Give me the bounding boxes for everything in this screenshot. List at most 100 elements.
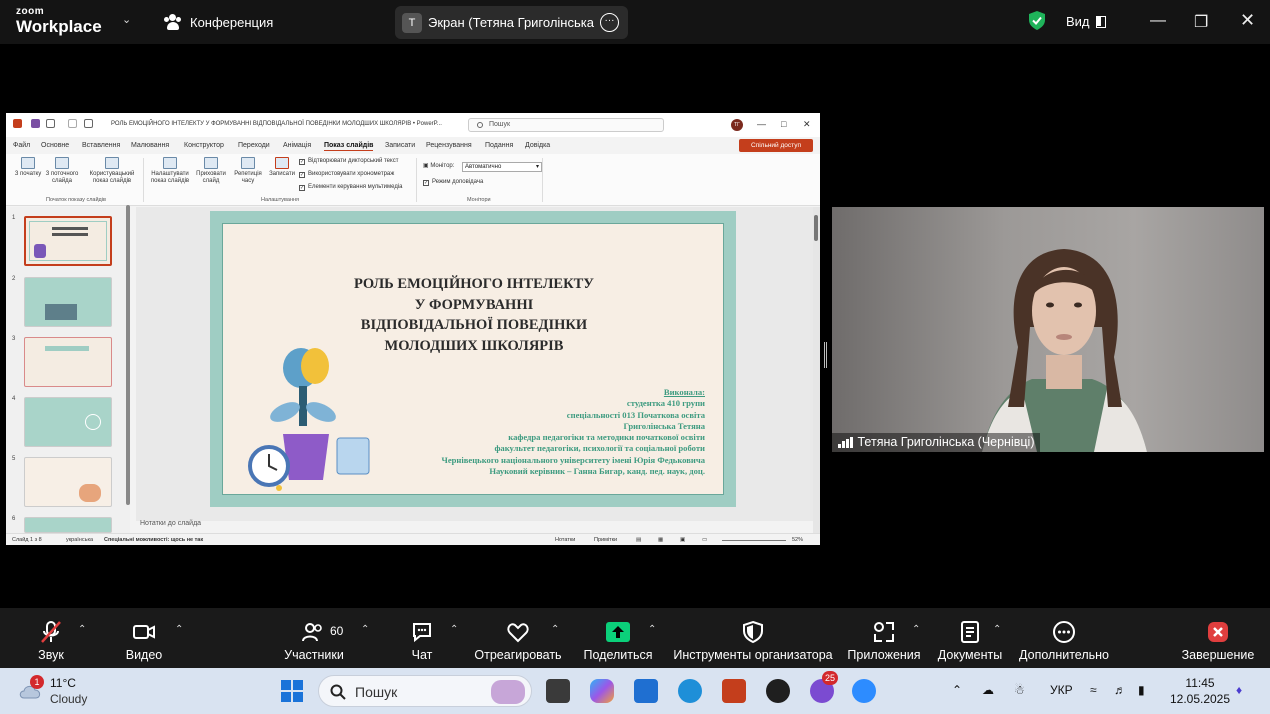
tab-transitions[interactable]: Переходи [238, 142, 270, 149]
slide-thumbnail-5[interactable] [24, 457, 112, 507]
edge-icon[interactable] [678, 679, 702, 703]
normal-view-icon[interactable]: ▤ [636, 537, 641, 543]
tab-draw[interactable]: Малювання [131, 142, 169, 149]
wifi-icon[interactable]: ≈ [1090, 683, 1097, 697]
close-icon[interactable]: ✕ [1240, 10, 1255, 31]
participants-options-caret[interactable]: ⌃ [361, 624, 369, 635]
notes-toggle[interactable]: Нотатки [555, 537, 575, 543]
audio-button[interactable]: Звук [20, 608, 82, 668]
present-icon[interactable] [84, 119, 93, 128]
docs-options-caret[interactable]: ⌃ [993, 624, 1001, 635]
custom-show-button[interactable]: Користувацький показ слайдів [86, 157, 138, 185]
share-options-caret[interactable]: ⌃ [648, 624, 656, 635]
monitor-select[interactable]: Автоматично ▾ [462, 162, 542, 172]
store-icon[interactable] [634, 679, 658, 703]
video-options-caret[interactable]: ⌃ [175, 624, 183, 635]
view-button[interactable]: Вид [1066, 14, 1106, 29]
tab-insert[interactable]: Вставлення [82, 142, 120, 149]
redo-icon[interactable] [68, 119, 77, 128]
rehearse-button[interactable]: Репетиція часу [232, 157, 264, 185]
docs-button[interactable]: Документы [936, 608, 1004, 668]
slide-thumbnail-3[interactable] [24, 337, 112, 387]
screen-share-pill[interactable]: T Экран (Тетяна Григолінська (Чер ··· [395, 6, 628, 39]
windows-start-icon[interactable] [281, 680, 303, 702]
zoom-slider[interactable] [722, 540, 786, 541]
comments-toggle[interactable]: Примітки [594, 537, 617, 543]
slide-notes-placeholder[interactable]: Нотатки до слайда [140, 520, 201, 527]
security-shield-icon[interactable] [1029, 11, 1045, 30]
microphone-icon[interactable]: ☃ [1014, 683, 1025, 697]
zoom-level[interactable]: 52% [792, 537, 803, 543]
minimize-icon[interactable]: — [1150, 12, 1166, 30]
slide-thumbnail-2[interactable] [24, 277, 112, 327]
share-screen-button[interactable]: Поделиться [582, 608, 654, 668]
apps-button[interactable]: Приложения [846, 608, 922, 668]
tab-file[interactable]: Файл [13, 142, 30, 149]
viber-icon[interactable]: 25 [810, 671, 838, 703]
conference-button[interactable]: Конференция [164, 14, 273, 30]
ppt-search-box[interactable]: Пошук [468, 118, 664, 132]
setup-show-button[interactable]: Налаштувати показ слайдів [146, 157, 194, 185]
checkbox-presenter-view[interactable]: ✓ Режим доповідача [423, 179, 483, 186]
audio-options-caret[interactable]: ⌃ [78, 624, 86, 635]
show-hidden-icons-icon[interactable]: ⌃ [952, 683, 962, 697]
from-start-button[interactable]: З початку [14, 157, 42, 178]
avatar[interactable]: ТГ [731, 119, 743, 131]
media-player-icon[interactable] [766, 679, 790, 703]
current-slide[interactable]: РОЛЬ ЕМОЦІЙНОГО ІНТЕЛЕКТУ У ФОРМУВАННІ В… [210, 211, 736, 507]
checkbox-narration[interactable]: ✓ Відтворювати дикторський текст [299, 158, 398, 165]
tab-animations[interactable]: Анімація [283, 142, 311, 149]
ppt-share-button[interactable]: Спільний доступ [739, 139, 813, 152]
checkbox-timings[interactable]: ✓ Використовувати хронометраж [299, 171, 394, 178]
apps-options-caret[interactable]: ⌃ [912, 624, 920, 635]
reading-view-icon[interactable]: ▣ [680, 537, 685, 543]
tab-home[interactable]: Основне [41, 142, 69, 149]
chat-button[interactable]: Чат [404, 608, 440, 668]
more-button[interactable]: Дополнительно [1016, 608, 1112, 668]
more-options-icon[interactable]: ··· [600, 13, 619, 32]
ppt-restore-icon[interactable]: □ [781, 119, 786, 129]
participants-button[interactable]: 60 Участники [276, 608, 352, 668]
task-view-icon[interactable] [546, 679, 570, 703]
slide-thumbnail-6[interactable] [24, 517, 112, 533]
save-icon[interactable] [31, 119, 40, 128]
react-options-caret[interactable]: ⌃ [551, 624, 559, 635]
zoom-app-icon[interactable] [852, 679, 876, 703]
slide-vertical-scrollbar[interactable] [813, 207, 820, 533]
record-button[interactable]: Записати [266, 157, 298, 178]
sorter-view-icon[interactable]: ▦ [658, 537, 663, 543]
tab-record[interactable]: Записати [385, 142, 415, 149]
end-meeting-button[interactable]: Завершение [1180, 608, 1256, 668]
react-button[interactable]: Отреагировать [474, 608, 562, 668]
restore-icon[interactable]: ❐ [1194, 12, 1208, 32]
zoom-logo[interactable]: zoom Workplace [16, 7, 102, 36]
from-current-button[interactable]: З поточного слайда [42, 157, 82, 185]
accessibility-status[interactable]: Спеціальні можливості: щось не так [104, 537, 203, 543]
slideshow-view-icon[interactable]: ▭ [702, 537, 707, 543]
tab-help[interactable]: Довідка [525, 142, 550, 149]
video-button[interactable]: Видео [112, 608, 176, 668]
battery-icon[interactable]: ▮ [1138, 683, 1145, 697]
onedrive-icon[interactable]: ☁ [982, 683, 994, 697]
undo-icon[interactable] [46, 119, 55, 128]
tab-view[interactable]: Подання [485, 142, 513, 149]
ppt-close-icon[interactable]: ✕ [803, 119, 811, 130]
participant-video-tile[interactable]: Тетяна Григолінська (Чернівці) [832, 207, 1264, 452]
panel-resize-handle[interactable] [824, 342, 827, 368]
weather-widget[interactable]: 1 11°C Cloudy [18, 674, 98, 708]
language-status[interactable]: українська [66, 537, 93, 543]
copilot-icon[interactable] [590, 679, 614, 703]
slide-thumbnail-4[interactable] [24, 397, 112, 447]
windows-search-box[interactable]: Пошук [318, 675, 532, 707]
chevron-down-icon[interactable]: ⌄ [122, 13, 131, 26]
checkbox-media[interactable]: ✓ Елементи керування мультимедіа [299, 184, 403, 191]
tab-design[interactable]: Конструктор [184, 142, 224, 149]
host-tools-button[interactable]: Инструменты организатора [672, 608, 834, 668]
chat-options-caret[interactable]: ⌃ [450, 624, 458, 635]
keyboard-language[interactable]: УКР [1050, 683, 1073, 697]
volume-icon[interactable]: ♬ [1114, 683, 1126, 697]
slide-thumbnail-1[interactable] [24, 216, 112, 266]
powerpoint-icon[interactable] [722, 679, 746, 703]
ppt-minimize-icon[interactable]: — [757, 119, 766, 129]
hide-slide-button[interactable]: Приховати слайд [194, 157, 228, 185]
